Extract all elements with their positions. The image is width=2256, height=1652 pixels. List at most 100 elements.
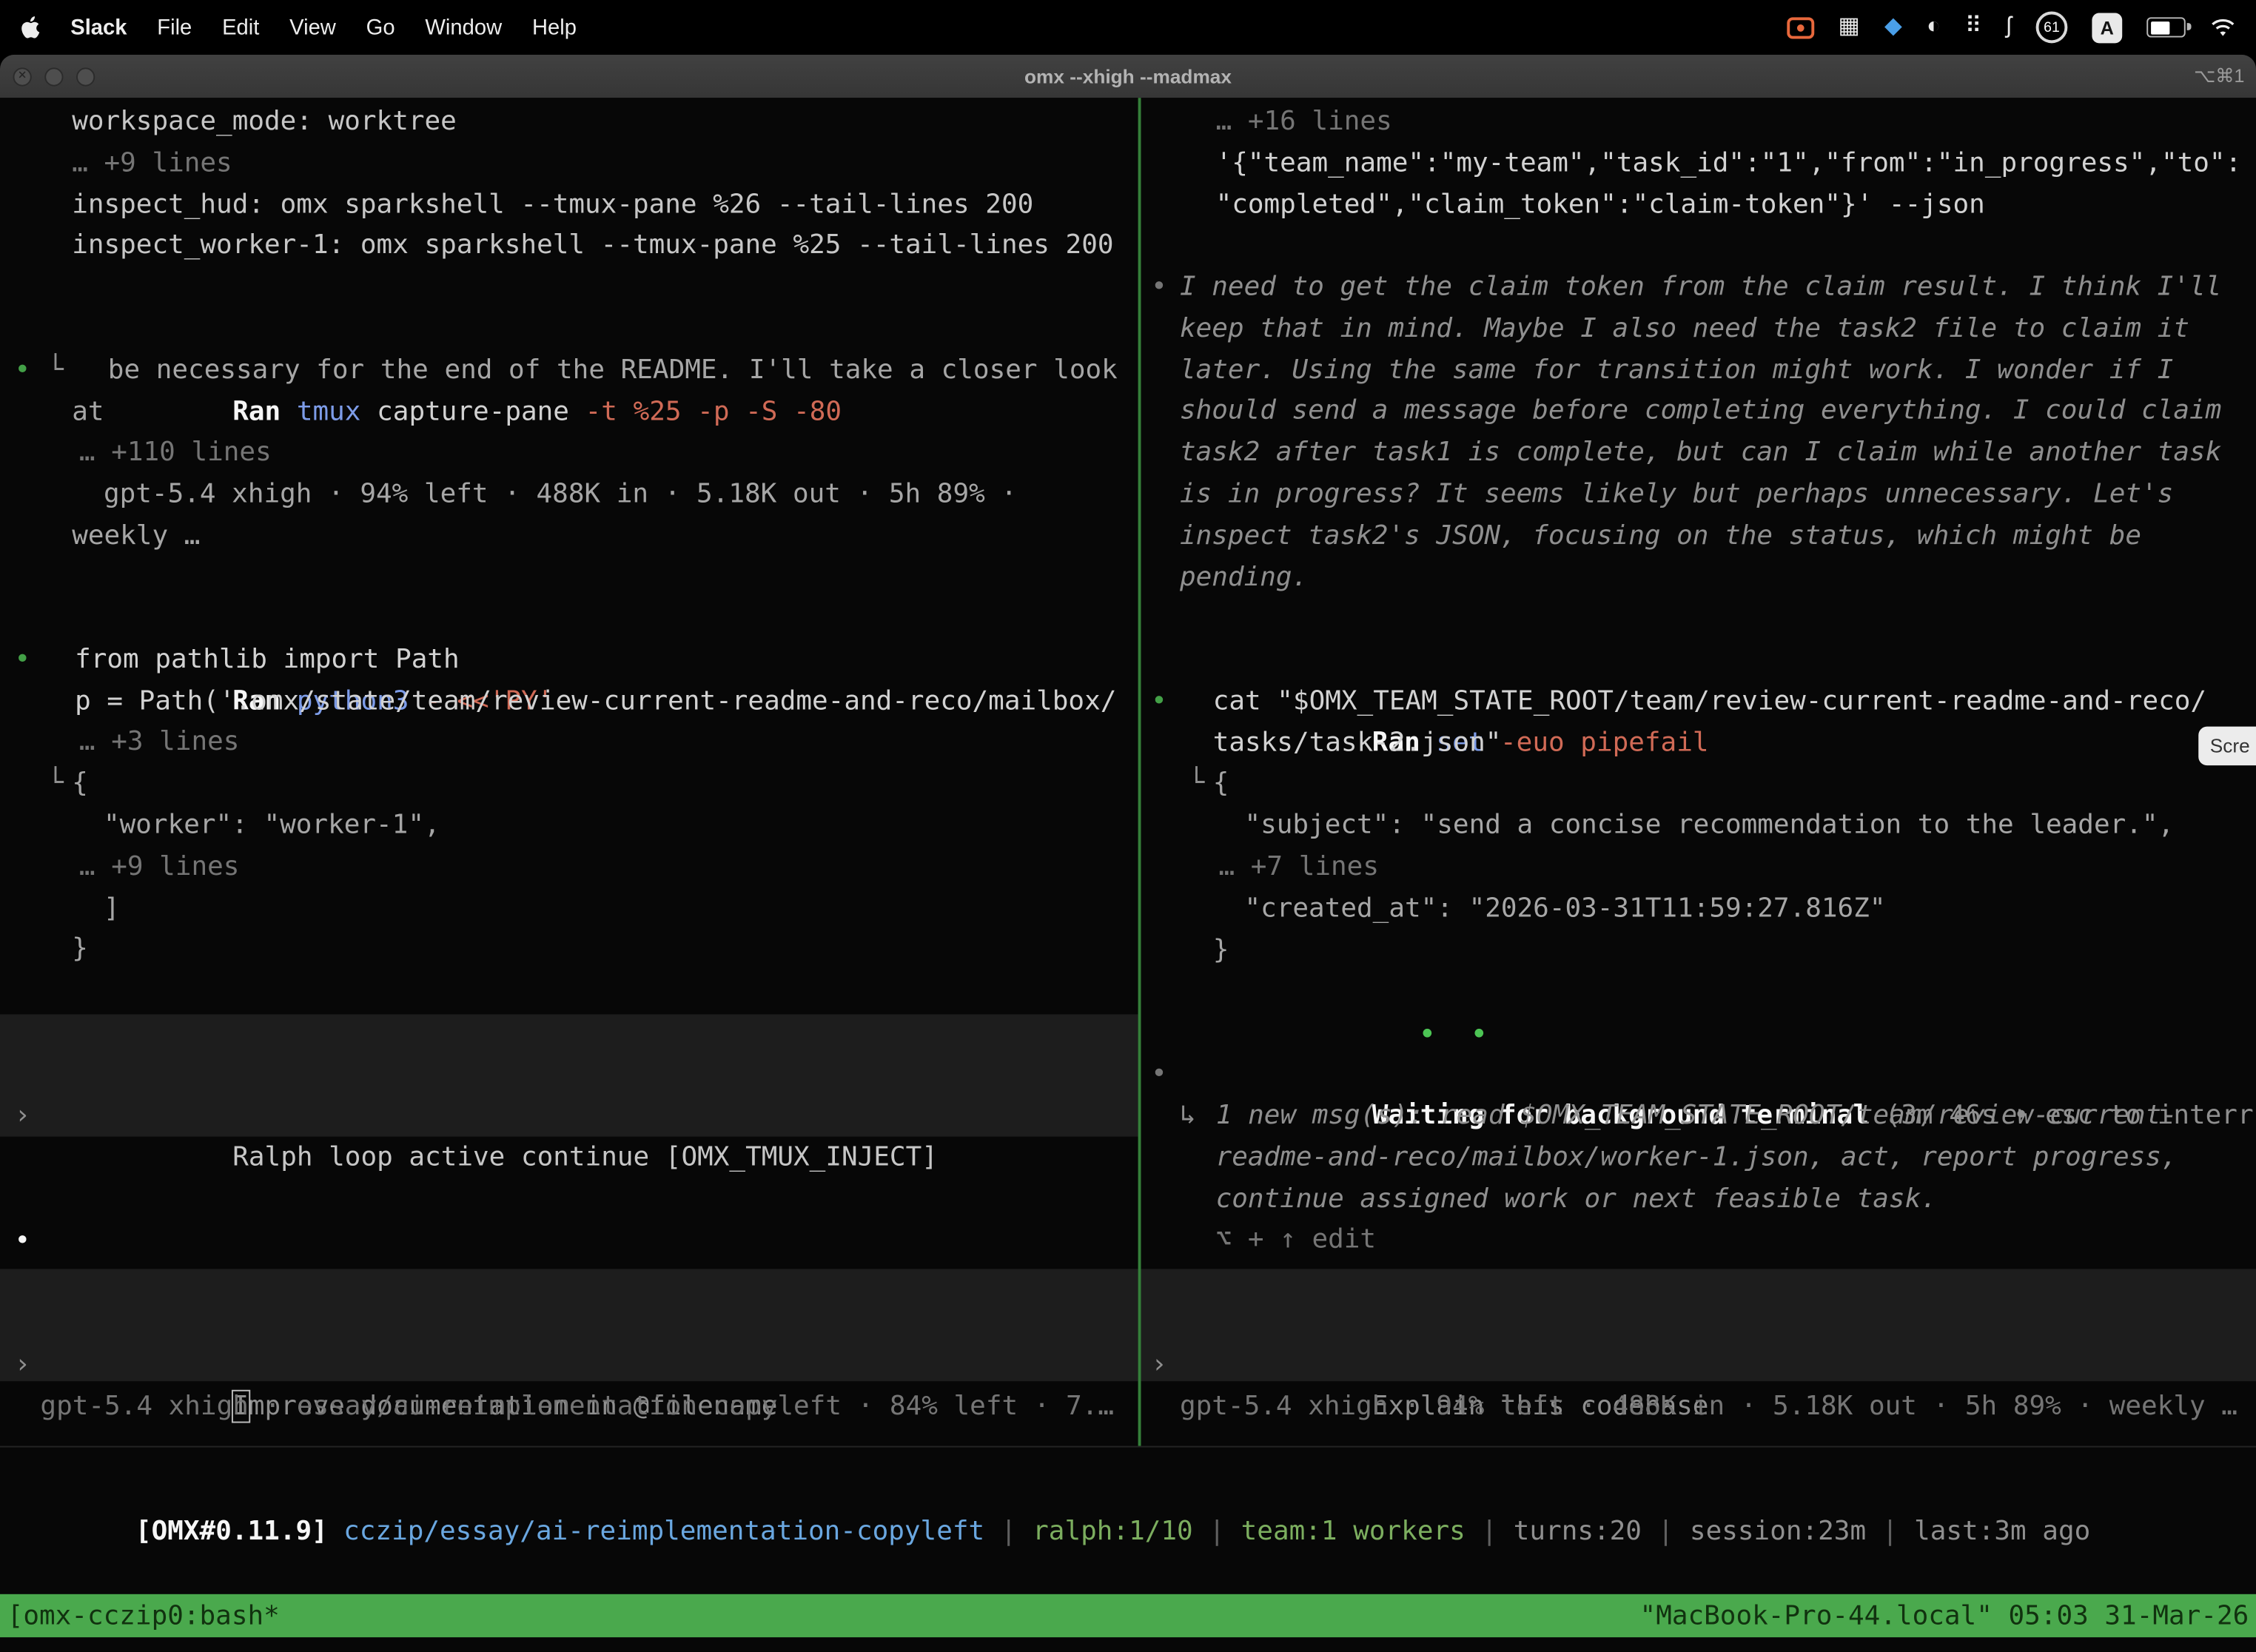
text: "completed","claim_token":"claim-token"}… — [1141, 185, 1984, 226]
bullet-icon: • — [1151, 1054, 1167, 1095]
close-button[interactable]: × — [13, 67, 31, 85]
menu-bar: Slack File Edit View Go Window Help ▦ ◆ … — [0, 0, 2256, 55]
text: gpt-5.4 xhigh · essay/ai-reimplementatio… — [0, 1387, 1114, 1428]
separator: | — [1866, 1516, 1914, 1546]
bullet-icon: • — [1151, 268, 1167, 309]
text: workspace_mode: worktree — [0, 102, 457, 144]
separator: | — [1193, 1516, 1241, 1546]
text: gpt-5.4 xhigh · 94% left · 488K in · 5.1… — [1141, 1387, 2237, 1428]
dots-grid-icon[interactable]: ⠿ — [1965, 16, 1982, 38]
output-line: weekly … — [0, 517, 1138, 558]
script-line: from pathlib import Path — [0, 640, 1138, 682]
hook-icon[interactable]: ʃ — [2007, 16, 2012, 38]
menu-go[interactable]: Go — [366, 15, 395, 39]
thinking-line: •I need to get the claim token from the … — [1141, 268, 2256, 309]
text: from pathlib import Path — [0, 640, 460, 682]
output-line: ] — [0, 888, 1138, 930]
contrast-icon[interactable]: ◐ — [1927, 16, 1941, 38]
output-line: } — [0, 930, 1138, 971]
window-grid-icon[interactable]: ▦ — [1839, 16, 1860, 38]
text: cat "$OMX_TEAM_STATE_ROOT/team/review-cu… — [1141, 682, 2206, 723]
script-line: … +3 lines — [0, 723, 1138, 765]
output-line: "created_at": "2026-03-31T11:59:27.816Z" — [1141, 889, 2256, 930]
output-line: └{ — [0, 765, 1138, 806]
thinking-line: task2 after task1 is complete, but can I… — [1141, 433, 2256, 474]
title-bar[interactable]: × omx --xhigh --madmax ⌥⌘1 — [0, 55, 2256, 99]
prompt-suggestion-right[interactable]: › Explain this codebase — [1141, 1269, 2256, 1382]
output-line: └be necessary for the end of the README.… — [0, 351, 1138, 392]
menu-bar-left: Slack File Edit View Go Window Help — [20, 15, 577, 39]
minimize-button[interactable] — [44, 67, 63, 85]
elbow-icon: └ — [47, 765, 64, 806]
notification-toast[interactable]: Scre — [2198, 727, 2256, 765]
collapsed-lines-label: … +3 lines — [0, 723, 239, 765]
text: { — [1141, 765, 1229, 806]
blue-app-icon[interactable]: ◆ — [1884, 16, 1902, 38]
session-time: session:23m — [1690, 1516, 1866, 1546]
ran-set-block: • Ran set -euo pipefail cat "$OMX_TEAM_S… — [1141, 640, 2256, 972]
chevron-icon: › — [14, 1346, 30, 1387]
tmux-pane-left[interactable]: workspace_mode: worktree … +9 lines insp… — [0, 98, 1138, 1446]
collapsed-lines-label: … +9 lines — [0, 144, 232, 185]
tmux-pane-right[interactable]: … +16 lines '{"team_name":"my-team","tas… — [1141, 98, 2256, 1446]
text: weekly … — [0, 517, 200, 558]
text: at — [0, 392, 104, 434]
text: p = Path('.omx/state/team/review-current… — [0, 682, 1116, 723]
wifi-icon[interactable] — [2210, 18, 2236, 36]
banner-line: › Ralph loop active continue [OMX_TMUX_I… — [0, 1055, 1138, 1096]
recording-dot-icon — [1796, 24, 1804, 31]
screen: Slack File Edit View Go Window Help ▦ ◆ … — [0, 0, 2256, 1652]
chevron-icon: › — [1151, 1346, 1167, 1387]
text: ] — [0, 888, 120, 930]
message-line: ⌥ + ↑ edit — [1141, 1220, 2256, 1262]
apple-menu-icon[interactable] — [20, 16, 40, 38]
menu-help[interactable]: Help — [532, 15, 577, 39]
terminal-line: workspace_mode: worktree — [0, 102, 1138, 144]
menu-file[interactable]: File — [157, 15, 192, 39]
right-scrollback: … +16 lines '{"team_name":"my-team","tas… — [1141, 102, 2256, 226]
team-workers: team:1 workers — [1241, 1516, 1466, 1546]
text: "worker": "worker-1", — [0, 806, 440, 847]
thinking-line: later. Using the same for transition mig… — [1141, 351, 2256, 392]
ralph-inject-banner[interactable]: › Ralph loop active continue [OMX_TMUX_I… — [0, 1014, 1138, 1136]
text: "created_at": "2026-03-31T11:59:27.816Z" — [1141, 889, 1885, 930]
tmux-session-label: [omx-cczip0:bash* — [7, 1601, 280, 1631]
script-line: p = Path('.omx/state/team/review-current… — [0, 682, 1138, 723]
text: inspect_worker-1: omx sparkshell --tmux-… — [0, 226, 1114, 268]
thinking-line: pending. — [1141, 557, 2256, 599]
command-line: • Ran python3 - <<'PY' — [0, 599, 1138, 640]
menu-window[interactable]: Window — [425, 15, 502, 39]
terminal-line: inspect_worker-1: omx sparkshell --tmux-… — [0, 226, 1138, 268]
text: } — [1141, 930, 1229, 972]
script-line: tasks/task-2.json" — [1141, 723, 2256, 765]
bullet-icon: • — [14, 1221, 30, 1263]
screen-recording-icon[interactable] — [1787, 16, 1814, 38]
omx-status-line: [OMX#0.11.9]cczip/essay/ai-reimplementat… — [7, 1471, 2091, 1512]
thinking-line: inspect task2's JSON, focusing on the st… — [1141, 516, 2256, 557]
text: inspect task2's JSON, focusing on the st… — [1141, 516, 2141, 557]
terminal-line: "completed","claim_token":"claim-token"}… — [1141, 185, 2256, 226]
separator: | — [984, 1516, 1033, 1546]
battery-percent-icon[interactable]: 61 — [2036, 12, 2068, 44]
separator: | — [1466, 1516, 1514, 1546]
terminal-content: workspace_mode: worktree … +9 lines insp… — [0, 98, 2256, 1651]
message-line: readme-and-reco/mailbox/worker-1.json, a… — [1141, 1138, 2256, 1179]
text: I need to get the claim token from the c… — [1141, 268, 2221, 309]
message-line: continue assigned work or next feasible … — [1141, 1179, 2256, 1220]
text: be necessary for the end of the README. … — [0, 351, 1118, 392]
model-status-line: gpt-5.4 xhigh · essay/ai-reimplementatio… — [0, 1387, 1138, 1428]
menu-view[interactable]: View — [289, 15, 336, 39]
app-menu-slack[interactable]: Slack — [70, 15, 127, 39]
battery-icon[interactable] — [2146, 17, 2185, 37]
ran-python-block: • Ran python3 - <<'PY' from pathlib impo… — [0, 599, 1138, 972]
prompt-input-left[interactable]: › Improve documentation in @filename — [0, 1269, 1138, 1382]
status-line: • Working (6m 38s • esc to interrupt) — [0, 1180, 1138, 1221]
input-source-icon[interactable]: A — [2092, 13, 2122, 43]
zoom-button[interactable] — [76, 67, 95, 85]
menu-edit[interactable]: Edit — [222, 15, 259, 39]
right-pane-status: gpt-5.4 xhigh · 94% left · 488K in · 5.1… — [1141, 1387, 2256, 1428]
text: later. Using the same for transition mig… — [1141, 351, 2173, 392]
ralph-counter: ralph:1/10 — [1033, 1516, 1193, 1546]
text: '{"team_name":"my-team","task_id":"1","f… — [1141, 144, 2241, 185]
window-title: omx --xhigh --madmax — [0, 65, 2256, 87]
